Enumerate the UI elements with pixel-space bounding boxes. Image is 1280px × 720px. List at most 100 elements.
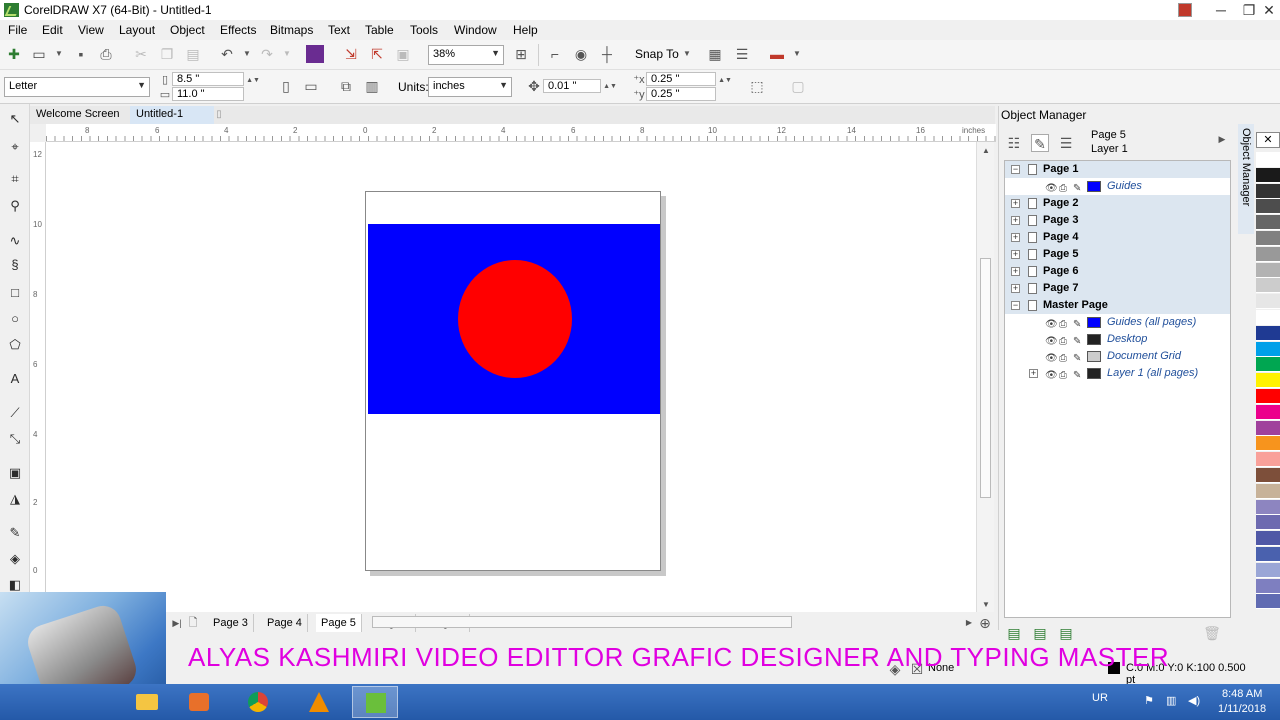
om-page-row[interactable]: + Page 4 bbox=[1005, 229, 1230, 246]
eye-icon[interactable]: 👁 bbox=[1045, 367, 1058, 384]
palette-swatch[interactable] bbox=[1256, 199, 1280, 215]
undo-dropdown-icon[interactable]: ▼ bbox=[238, 45, 256, 63]
tray-network-icon[interactable]: ▥ bbox=[1166, 694, 1176, 707]
show-grid-icon[interactable]: ◉ bbox=[572, 45, 590, 63]
shape-tool-icon[interactable]: ⌖ bbox=[6, 138, 24, 156]
page-tab-5[interactable]: Page 5 bbox=[316, 614, 362, 632]
palette-swatch[interactable] bbox=[1256, 341, 1280, 357]
menu-table[interactable]: Table bbox=[365, 23, 394, 37]
freehand-tool-icon[interactable]: ∿ bbox=[6, 232, 24, 250]
zoom-level-combo[interactable]: 38% ▼ bbox=[428, 45, 504, 65]
paste-icon[interactable]: ▤ bbox=[184, 45, 202, 63]
om-page-row[interactable]: − Page 1 bbox=[1005, 161, 1230, 178]
ellipse-tool-icon[interactable]: ○ bbox=[6, 310, 24, 328]
panel-menu-arrow-icon[interactable]: ▶ bbox=[1213, 130, 1231, 148]
redo-icon[interactable]: ↷ bbox=[258, 45, 276, 63]
palette-swatch[interactable] bbox=[1256, 578, 1280, 594]
palette-swatch[interactable] bbox=[1256, 231, 1280, 246]
palette-swatch[interactable] bbox=[1256, 294, 1280, 310]
palette-swatch[interactable] bbox=[1256, 483, 1280, 499]
menu-file[interactable]: File bbox=[8, 23, 27, 37]
redo-dropdown-icon[interactable]: ▼ bbox=[278, 45, 296, 63]
nudge-spinner-icon[interactable]: ▲▼ bbox=[601, 78, 619, 96]
publish-pdf-icon[interactable]: ▣ bbox=[394, 45, 412, 63]
object-manager-side-tab[interactable]: Object Manager bbox=[1238, 124, 1254, 234]
add-page-icon[interactable]: 🗋 bbox=[184, 614, 202, 632]
palette-swatch[interactable] bbox=[1256, 325, 1280, 341]
current-page-icon[interactable]: ▥ bbox=[363, 77, 381, 95]
application-launcher-icon[interactable]: ☰ bbox=[733, 45, 751, 63]
clock-date[interactable]: 1/11/2018 bbox=[1218, 703, 1266, 715]
palette-swatch[interactable] bbox=[1256, 436, 1280, 452]
printer-icon[interactable]: ⎙ bbox=[1059, 367, 1067, 384]
palette-swatch[interactable] bbox=[1256, 357, 1280, 373]
page-border-icon[interactable]: ⬚ bbox=[748, 77, 766, 95]
om-page-row[interactable]: + Page 2 bbox=[1005, 195, 1230, 212]
menu-window[interactable]: Window bbox=[454, 23, 497, 37]
om-layer-row[interactable]: 👁 ⎙ ✎ Guides bbox=[1005, 178, 1230, 195]
layer-options-icon[interactable]: ☰ bbox=[1057, 134, 1075, 152]
menu-tools[interactable]: Tools bbox=[410, 23, 438, 37]
export-icon[interactable]: ⇱ bbox=[368, 45, 386, 63]
menu-layout[interactable]: Layout bbox=[119, 23, 155, 37]
dropdown-arrow-icon[interactable]: ▼ bbox=[50, 45, 68, 63]
nudge-distance-input[interactable]: 0.01 " bbox=[543, 79, 601, 93]
layer-color-swatch[interactable] bbox=[1087, 368, 1101, 379]
layer-color-swatch[interactable] bbox=[1087, 351, 1101, 362]
eyedropper-tool-icon[interactable]: ✎ bbox=[6, 524, 24, 542]
om-page-row[interactable]: + Page 3 bbox=[1005, 212, 1230, 229]
undo-icon[interactable]: ↶ bbox=[218, 45, 236, 63]
expand-toggle-icon[interactable]: + bbox=[1011, 233, 1020, 242]
new-layer-icon[interactable]: ▤ bbox=[1005, 624, 1023, 642]
palette-swatch[interactable] bbox=[1256, 183, 1280, 199]
welcome-screen-icon[interactable]: ▬ bbox=[768, 45, 786, 63]
cut-icon[interactable]: ✂ bbox=[132, 45, 150, 63]
palette-swatch[interactable] bbox=[1256, 389, 1280, 404]
menu-effects[interactable]: Effects bbox=[220, 23, 256, 37]
menu-object[interactable]: Object bbox=[170, 23, 205, 37]
page-tab-4[interactable]: Page 4 bbox=[262, 614, 308, 632]
om-layer-row[interactable]: 👁 ⎙ ✎ Guides (all pages) bbox=[1005, 314, 1230, 331]
horizontal-ruler[interactable]: 8 6 4 2 0 2 4 6 8 10 12 14 16 inches bbox=[46, 124, 996, 142]
zoom-tool-icon[interactable]: ⚲ bbox=[6, 197, 24, 215]
om-page-row[interactable]: − Master Page bbox=[1005, 297, 1230, 314]
show-guidelines-icon[interactable]: ┼ bbox=[598, 45, 616, 63]
dup-spinner-icon[interactable]: ▲▼ bbox=[716, 72, 734, 90]
menu-help[interactable]: Help bbox=[513, 23, 538, 37]
expand-toggle-icon[interactable]: + bbox=[1011, 267, 1020, 276]
snap-to-dropdown-icon[interactable]: ▼ bbox=[678, 45, 696, 63]
menu-bitmaps[interactable]: Bitmaps bbox=[270, 23, 313, 37]
user-icon[interactable] bbox=[1178, 3, 1192, 17]
red-circle[interactable] bbox=[458, 260, 572, 378]
tray-flag-icon[interactable]: ⚑ bbox=[1144, 694, 1154, 707]
tab-welcome-screen[interactable]: Welcome Screen bbox=[30, 106, 126, 124]
expand-toggle-icon[interactable]: − bbox=[1011, 301, 1020, 310]
portrait-icon[interactable]: ▯ bbox=[277, 77, 295, 95]
chrome-icon[interactable] bbox=[236, 686, 282, 718]
page-height-input[interactable]: 11.0 " bbox=[172, 87, 244, 101]
vlc-icon[interactable] bbox=[296, 686, 342, 718]
polygon-tool-icon[interactable]: ⬠ bbox=[6, 336, 24, 354]
pencil-icon[interactable]: ✎ bbox=[1073, 367, 1081, 384]
palette-swatch[interactable] bbox=[1256, 452, 1280, 468]
blue-rectangle[interactable] bbox=[368, 224, 660, 414]
palette-swatch[interactable] bbox=[1256, 547, 1280, 562]
menu-view[interactable]: View bbox=[78, 23, 104, 37]
menu-edit[interactable]: Edit bbox=[42, 23, 63, 37]
duplicate-y-input[interactable]: 0.25 " bbox=[646, 87, 716, 101]
file-explorer-icon[interactable] bbox=[124, 686, 170, 718]
no-color-swatch[interactable]: ✕ bbox=[1256, 132, 1280, 148]
print-icon[interactable]: ⎙ bbox=[97, 45, 115, 63]
snap-to-label[interactable]: Snap To bbox=[635, 47, 679, 61]
tray-volume-icon[interactable]: ◀) bbox=[1188, 694, 1200, 707]
page-width-input[interactable]: 8.5 " bbox=[172, 72, 244, 86]
om-page-row[interactable]: + Page 6 bbox=[1005, 263, 1230, 280]
pick-tool-icon[interactable]: ↖ bbox=[6, 110, 24, 128]
palette-swatch[interactable] bbox=[1256, 531, 1280, 547]
rectangle-tool-icon[interactable]: □ bbox=[6, 284, 24, 302]
expand-toggle-icon[interactable]: + bbox=[1011, 199, 1020, 208]
palette-swatch[interactable] bbox=[1256, 278, 1280, 294]
page-tab-3[interactable]: Page 3 bbox=[208, 614, 254, 632]
new-document-icon[interactable]: ✚ bbox=[5, 45, 23, 63]
drop-shadow-icon[interactable]: ▣ bbox=[6, 464, 24, 482]
